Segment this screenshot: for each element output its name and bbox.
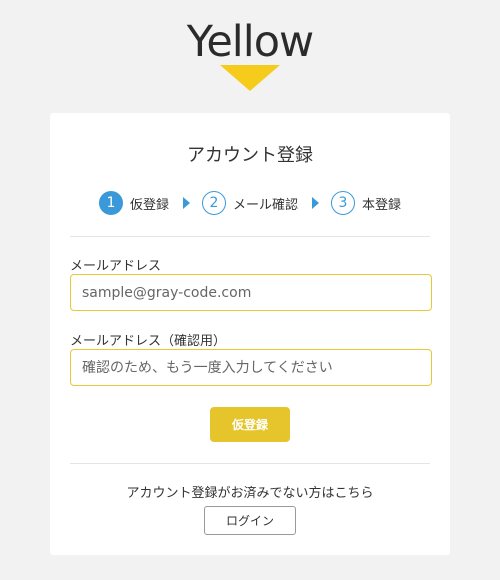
divider (70, 236, 430, 237)
email-label: メールアドレス (70, 259, 162, 274)
step-1-label: 仮登録 (129, 197, 169, 213)
step-3-number: 3 (331, 191, 355, 215)
email-confirm-field[interactable] (70, 349, 432, 386)
email-field[interactable] (70, 274, 432, 311)
divider (70, 463, 430, 464)
step-3: 3 本登録 (331, 191, 401, 215)
step-1-number: 1 (98, 191, 123, 215)
step-1: 1 仮登録 (98, 191, 169, 215)
logo: Yellow (0, 20, 500, 91)
step-2: 2 メール確認 (201, 191, 298, 215)
login-prompt: アカウント登録がお済みでない方はこちら (126, 486, 374, 501)
step-arrow-icon (182, 197, 190, 209)
step-arrow-icon (312, 197, 319, 209)
step-3-label: 本登録 (362, 197, 402, 213)
step-2-number: 2 (201, 191, 226, 215)
step-indicator: 1 仮登録 2 メール確認 3 本登録 (50, 191, 450, 215)
provisional-register-button[interactable]: 仮登録 (210, 407, 290, 442)
step-2-label: メール確認 (232, 197, 298, 213)
email-confirm-label: メールアドレス（確認用） (70, 334, 227, 349)
login-button[interactable]: ログイン (204, 506, 296, 535)
logo-triangle-icon (220, 65, 280, 91)
registration-card: アカウント登録 1 仮登録 2 メール確認 3 本登録 メールアドレス メールア… (50, 113, 450, 555)
logo-text: Yellow (186, 17, 314, 67)
page-title: アカウント登録 (187, 145, 313, 166)
